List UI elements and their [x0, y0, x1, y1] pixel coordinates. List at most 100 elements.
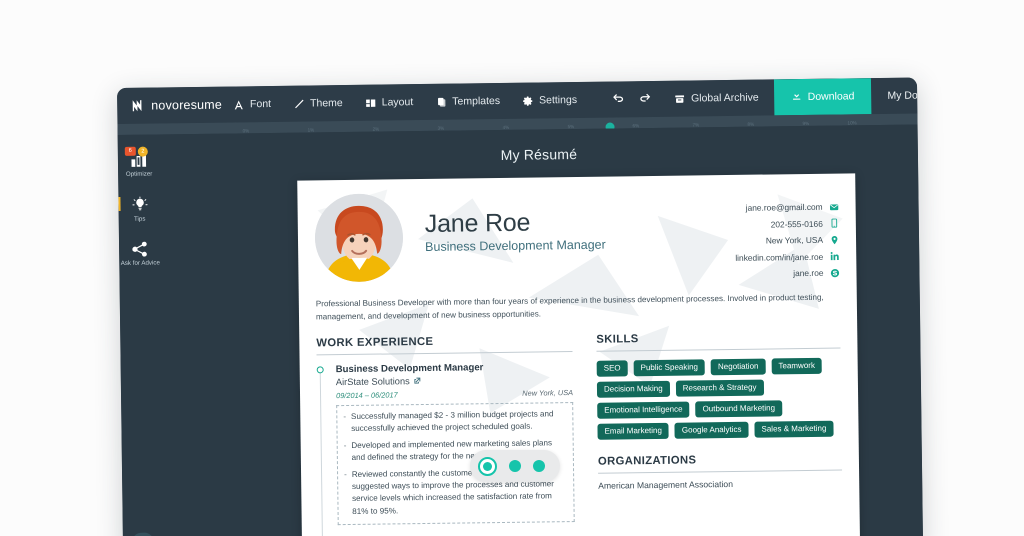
timeline-dot [316, 365, 324, 373]
resume-content: Jane Roe Business Development Manager ja… [297, 173, 859, 536]
toolbar-item-settings[interactable]: Settings [511, 82, 588, 119]
phone-icon [830, 218, 839, 228]
brush-icon [293, 98, 305, 110]
skill-tag[interactable]: Emotional Intelligence [597, 401, 690, 419]
toolbar-item-label: Settings [539, 93, 578, 107]
contact-linkedin[interactable]: linkedin.com/in/jane.roe [735, 251, 839, 262]
job-entry[interactable]: Business Development Manager AirState So… [316, 361, 575, 536]
organizations-section: ORGANIZATIONS American Management Associ… [597, 452, 843, 491]
layout-icon [365, 97, 377, 109]
email-icon [829, 202, 839, 211]
skill-tag[interactable]: Outbound Marketing [695, 399, 783, 418]
contact-phone[interactable]: 202-555-0166 [771, 218, 839, 229]
section-title-work-experience: WORK EXPERIENCE [316, 335, 434, 349]
toolbar-item-label: Templates [452, 94, 501, 108]
carousel-dot[interactable] [533, 460, 545, 472]
toolbar-item-global-archive[interactable]: Global Archive [663, 79, 770, 116]
job-date: 09/2014 – 06/2017 [335, 389, 398, 400]
bullet-dash: - [343, 440, 347, 450]
skill-tag[interactable]: Public Speaking [633, 358, 706, 376]
rail-item-tips[interactable]: Tips [118, 188, 160, 223]
skill-tag[interactable]: Research & Strategy [675, 379, 764, 397]
bullet-dash: - [343, 411, 347, 421]
resume-paper[interactable]: Jane Roe Business Development Manager ja… [297, 173, 861, 536]
gear-icon [522, 95, 534, 107]
share-icon [132, 241, 148, 257]
job-company-name: AirState Solutions [335, 375, 410, 387]
download-button[interactable]: Download [773, 78, 872, 116]
carousel-dot-selected[interactable] [478, 456, 497, 476]
toolbar-group-design: Design Font Theme Layout Templates Setti… [222, 78, 588, 123]
badge-errors: 6 [124, 146, 136, 156]
my-documents-link[interactable]: My Documents [871, 89, 923, 102]
job-meta: 09/2014 – 06/2017 New York, USA [336, 388, 573, 400]
dot-core [483, 461, 492, 471]
skill-tag[interactable]: Google Analytics [674, 421, 749, 439]
download-icon [791, 90, 802, 104]
contact-text: 202-555-0166 [770, 218, 823, 229]
contact-text: jane.roe [793, 267, 824, 279]
skill-tag[interactable]: Decision Making [596, 380, 670, 398]
screenshot-stage: novoresume Design Font Theme Layout Temp… [0, 0, 1024, 536]
job-title: Business Development Manager [335, 361, 484, 375]
bullet-dash: - [344, 470, 347, 480]
contact-text: linkedin.com/in/jane.roe [735, 251, 824, 263]
redo-icon[interactable] [638, 90, 651, 108]
rail-item-label: Optimizer [125, 170, 153, 178]
brand-logo[interactable]: novoresume [117, 98, 222, 113]
contact-text: New York, USA [765, 234, 824, 246]
section-title-organizations: ORGANIZATIONS [597, 454, 697, 468]
column-right: SKILLS SEO Public Speaking Negotiation T… [596, 330, 843, 521]
undo-icon[interactable] [612, 90, 625, 108]
organization-item: American Management Association [598, 478, 734, 491]
optimizer-badges: 6 2 [124, 146, 148, 157]
brand-name: novoresume [151, 97, 223, 113]
toolbar-item-label: Layout [381, 96, 414, 109]
skill-tag[interactable]: Email Marketing [597, 422, 669, 440]
skills-tag-list: SEO Public Speaking Negotiation Teamwork… [596, 357, 842, 440]
skill-tag[interactable]: Negotiation [710, 358, 766, 375]
bullet-item: - Successfully managed $2 - 3 million bu… [343, 408, 566, 435]
group-label-design: Design [223, 77, 247, 82]
left-rail: 6 2 Optimizer Tips Ask for Advice [118, 134, 166, 536]
carousel-dot-pill[interactable] [470, 450, 560, 482]
toolbar-item-label: Theme [309, 97, 343, 110]
timeline-line [319, 366, 324, 536]
section-title-skills: SKILLS [596, 332, 639, 346]
toolbar-item-font[interactable]: Font [222, 86, 282, 123]
column-left: WORK EXPERIENCE Business Development Man… [316, 334, 575, 536]
toolbar-item-label: Global Archive [690, 91, 759, 105]
section-rule [596, 347, 841, 352]
skill-tag[interactable]: Teamwork [771, 357, 823, 375]
toolbar-item-layout[interactable]: Layout [353, 84, 424, 121]
contacts-list: jane.roe@gmail.com 202-555-0166 New York… [734, 188, 840, 279]
resume-columns: WORK EXPERIENCE Business Development Man… [316, 330, 843, 536]
novoresume-logo-icon [131, 99, 145, 113]
contact-location[interactable]: New York, USA [766, 235, 839, 246]
toolbar-item-templates[interactable]: Templates [424, 83, 511, 120]
undo-redo-group [606, 90, 663, 109]
resume-role: Business Development Manager [425, 237, 606, 255]
location-pin-icon [830, 235, 839, 244]
job-company: AirState Solutions [336, 374, 573, 387]
contact-skype[interactable]: jane.roe [793, 267, 840, 279]
rail-item-optimizer[interactable]: 6 2 Optimizer [118, 144, 160, 178]
contact-email[interactable]: jane.roe@gmail.com [746, 202, 839, 213]
font-icon [233, 98, 245, 110]
external-link-icon[interactable] [414, 377, 421, 384]
section-rule [316, 350, 573, 355]
archive-icon [674, 93, 686, 105]
skill-tag[interactable]: SEO [596, 359, 628, 377]
rail-item-ask-for-advice[interactable]: Ask for Advice [119, 233, 161, 267]
resume-summary: Professional Business Developer with mor… [315, 292, 824, 322]
toolbar-group-utilities: Utilities Global Archive [606, 79, 770, 117]
skill-tag[interactable]: Sales & Marketing [754, 420, 834, 438]
job-location: New York, USA [522, 387, 574, 398]
chat-bubble-icon[interactable] [131, 532, 155, 536]
avatar [314, 193, 404, 283]
linkedin-icon [830, 252, 839, 261]
toolbar-item-theme[interactable]: Theme [282, 85, 354, 122]
lightbulb-icon [131, 196, 148, 212]
carousel-dot[interactable] [509, 460, 521, 472]
bullet-text: Successfully managed $2 - 3 million budg… [350, 408, 554, 433]
